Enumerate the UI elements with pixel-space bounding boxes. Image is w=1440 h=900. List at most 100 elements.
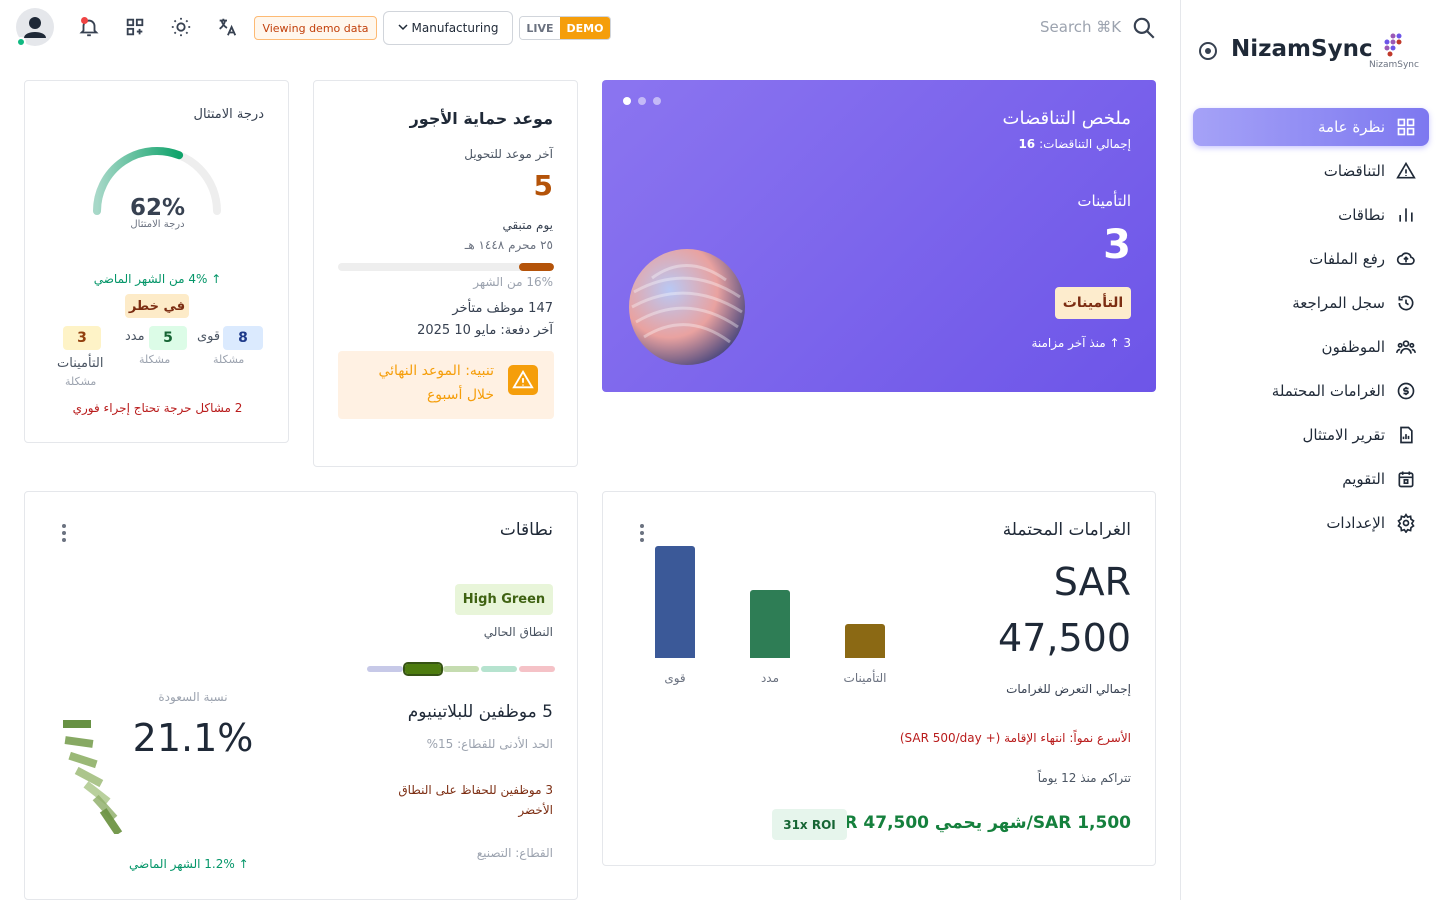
sidebar-item-label: الغرامات المحتملة <box>1271 382 1385 400</box>
platinum-target: 5 موظفين للبلاتينيوم <box>407 702 553 722</box>
brand-logo-text: NizamSync <box>1369 60 1419 70</box>
saudization-trend: ↑ 1.2% الشهر الماضي <box>129 857 249 871</box>
chart-bar[interactable] <box>845 624 885 658</box>
history-icon <box>1395 292 1417 314</box>
days-remaining: 5 <box>533 169 553 202</box>
carousel-dots[interactable] <box>623 97 661 105</box>
search-input[interactable]: Search ⌘K <box>1040 18 1121 36</box>
card-title: موعد حماية الأجور <box>409 109 553 128</box>
dashboard-icon <box>1395 116 1417 138</box>
qiwa-count-badge: 8 <box>223 326 263 350</box>
sidebar-item-upload[interactable]: رفع الملفات <box>1193 240 1429 278</box>
industry-select[interactable]: Manufacturing <box>383 11 513 45</box>
brand-name: NizamSync <box>1231 36 1373 62</box>
category-name: التأمينات <box>1077 192 1131 210</box>
notifications-button[interactable] <box>77 15 101 39</box>
sidebar: NizamSync NizamSync نظرة عامة التناقضات <box>1180 0 1440 900</box>
sector-label: القطاع: التصنيع <box>476 846 553 860</box>
sidebar-item-fines[interactable]: الغرامات المحتملة <box>1193 372 1429 410</box>
sidebar-item-calendar[interactable]: التقويم <box>1193 460 1429 498</box>
sun-icon <box>171 17 191 37</box>
brand: NizamSync NizamSync <box>1199 30 1429 74</box>
chart-category-label: قوى <box>664 671 686 685</box>
chart-bar[interactable] <box>655 546 695 658</box>
last-payment: آخر دفعة: مايو 10 2025 <box>417 323 553 338</box>
chart-category-label: التأمينات <box>843 671 887 685</box>
fines-currency: SAR <box>1053 560 1131 604</box>
sidebar-item-nitaqat[interactable]: نطاقات <box>1193 196 1429 234</box>
category-count: 3 <box>1103 222 1131 268</box>
compliance-score-card: درجة الامتثال 62% درجة الامتثال ↑ 4% من … <box>24 80 289 443</box>
chevron-down-icon <box>398 22 408 35</box>
band-segment-active <box>403 662 443 676</box>
theme-toggle-button[interactable] <box>169 15 193 39</box>
sidebar-nav: نظرة عامة التناقضات نطاقات رفع الملفات س… <box>1193 108 1429 548</box>
mode-live-option[interactable]: LIVE <box>520 17 560 39</box>
category-tag-button[interactable]: التأمينات <box>1055 287 1131 319</box>
total-discrepancies-label: إجمالي التناقضات: <box>1039 137 1131 151</box>
search-button[interactable] <box>1131 15 1157 41</box>
sidebar-item-overview[interactable]: نظرة عامة <box>1193 108 1429 146</box>
sidebar-item-label: تقرير الامتثال <box>1302 426 1385 444</box>
sidebar-item-audit-log[interactable]: سجل المراجعة <box>1193 284 1429 322</box>
mudad-label: مدد <box>125 329 145 344</box>
alert-line-1: تنبيه: الموعد النهائي <box>378 363 494 379</box>
online-status-dot <box>16 37 26 47</box>
since-sync-note: 3 ↑ منذ آخر مزامنة <box>1031 336 1131 350</box>
band-scale <box>367 662 555 676</box>
saudization-gauge <box>63 720 123 834</box>
card-title: درجة الامتثال <box>193 107 264 122</box>
sidebar-item-discrepancies[interactable]: التناقضات <box>1193 152 1429 190</box>
fines-amount: 47,500 <box>998 616 1131 660</box>
risk-status-badge: في خطر <box>125 294 189 318</box>
apps-icon <box>126 18 144 36</box>
discrepancies-summary-card: ملخص التناقضات إجمالي التناقضات: 16 التأ… <box>602 80 1156 392</box>
apps-button[interactable] <box>123 15 147 39</box>
gosi-count-badge: 3 <box>63 326 101 350</box>
protection-value: SAR 1,500/شهر يحمي SAR 47,500 <box>819 813 1131 833</box>
sidebar-item-compliance-report[interactable]: تقرير الامتثال <box>1193 416 1429 454</box>
industry-select-value: Manufacturing <box>411 21 499 35</box>
compliance-score-label: درجة الامتثال <box>130 219 185 230</box>
deadline-alert: تنبيه: الموعد النهائي خلال أسبوع <box>338 351 554 419</box>
users-icon <box>1395 336 1417 358</box>
cloud-upload-icon <box>1395 248 1417 270</box>
mudad-count-badge: 5 <box>149 326 187 350</box>
language-button[interactable] <box>215 15 239 39</box>
hijri-date: ٢٥ محرم ١٤٤٨ هـ <box>464 238 553 252</box>
alert-line-2: خلال أسبوع <box>426 387 494 403</box>
decorative-sphere <box>629 249 745 365</box>
sidebar-item-label: التقويم <box>1342 470 1385 488</box>
carousel-dot[interactable] <box>653 97 661 105</box>
sidebar-item-settings[interactable]: الإعدادات <box>1193 504 1429 542</box>
sidebar-item-label: سجل المراجعة <box>1292 294 1385 312</box>
more-menu-icon[interactable] <box>61 524 67 542</box>
data-mode-toggle[interactable]: LIVE DEMO <box>519 16 611 40</box>
sidebar-item-label: الموظفون <box>1321 338 1385 356</box>
saudization-rate: 21.1% <box>132 716 254 760</box>
band-segment <box>367 666 403 672</box>
band-segment <box>519 666 555 672</box>
notification-dot <box>81 17 88 24</box>
settings-icon <box>1395 512 1417 534</box>
card-title: نطاقات <box>499 520 553 540</box>
gosi-label: التأمينات <box>57 356 104 371</box>
carousel-dot[interactable] <box>638 97 646 105</box>
qiwa-label: قوى <box>197 329 221 344</box>
sidebar-item-label: نطاقات <box>1338 206 1385 224</box>
mode-demo-option[interactable]: DEMO <box>560 17 610 39</box>
demo-data-chip: Viewing demo data <box>254 16 377 40</box>
alert-icon <box>508 365 538 395</box>
compliance-score: 62% <box>129 195 186 221</box>
brand-logo: NizamSync <box>1367 30 1421 74</box>
chart-bar[interactable] <box>750 590 790 658</box>
sidebar-item-label: التناقضات <box>1323 162 1385 180</box>
carousel-dot-active[interactable] <box>623 97 631 105</box>
target-icon[interactable] <box>1199 42 1217 60</box>
band-segment <box>443 666 479 672</box>
fastest-growing-note: الأسرع نمواً: انتهاء الإقامة (+ SAR 500/… <box>899 731 1131 745</box>
band-segment <box>481 666 517 672</box>
sidebar-item-employees[interactable]: الموظفون <box>1193 328 1429 366</box>
calendar-icon <box>1395 468 1417 490</box>
maintain-band-note: 3 موظفين للحفاظ على النطاق الأخضر <box>398 783 553 817</box>
